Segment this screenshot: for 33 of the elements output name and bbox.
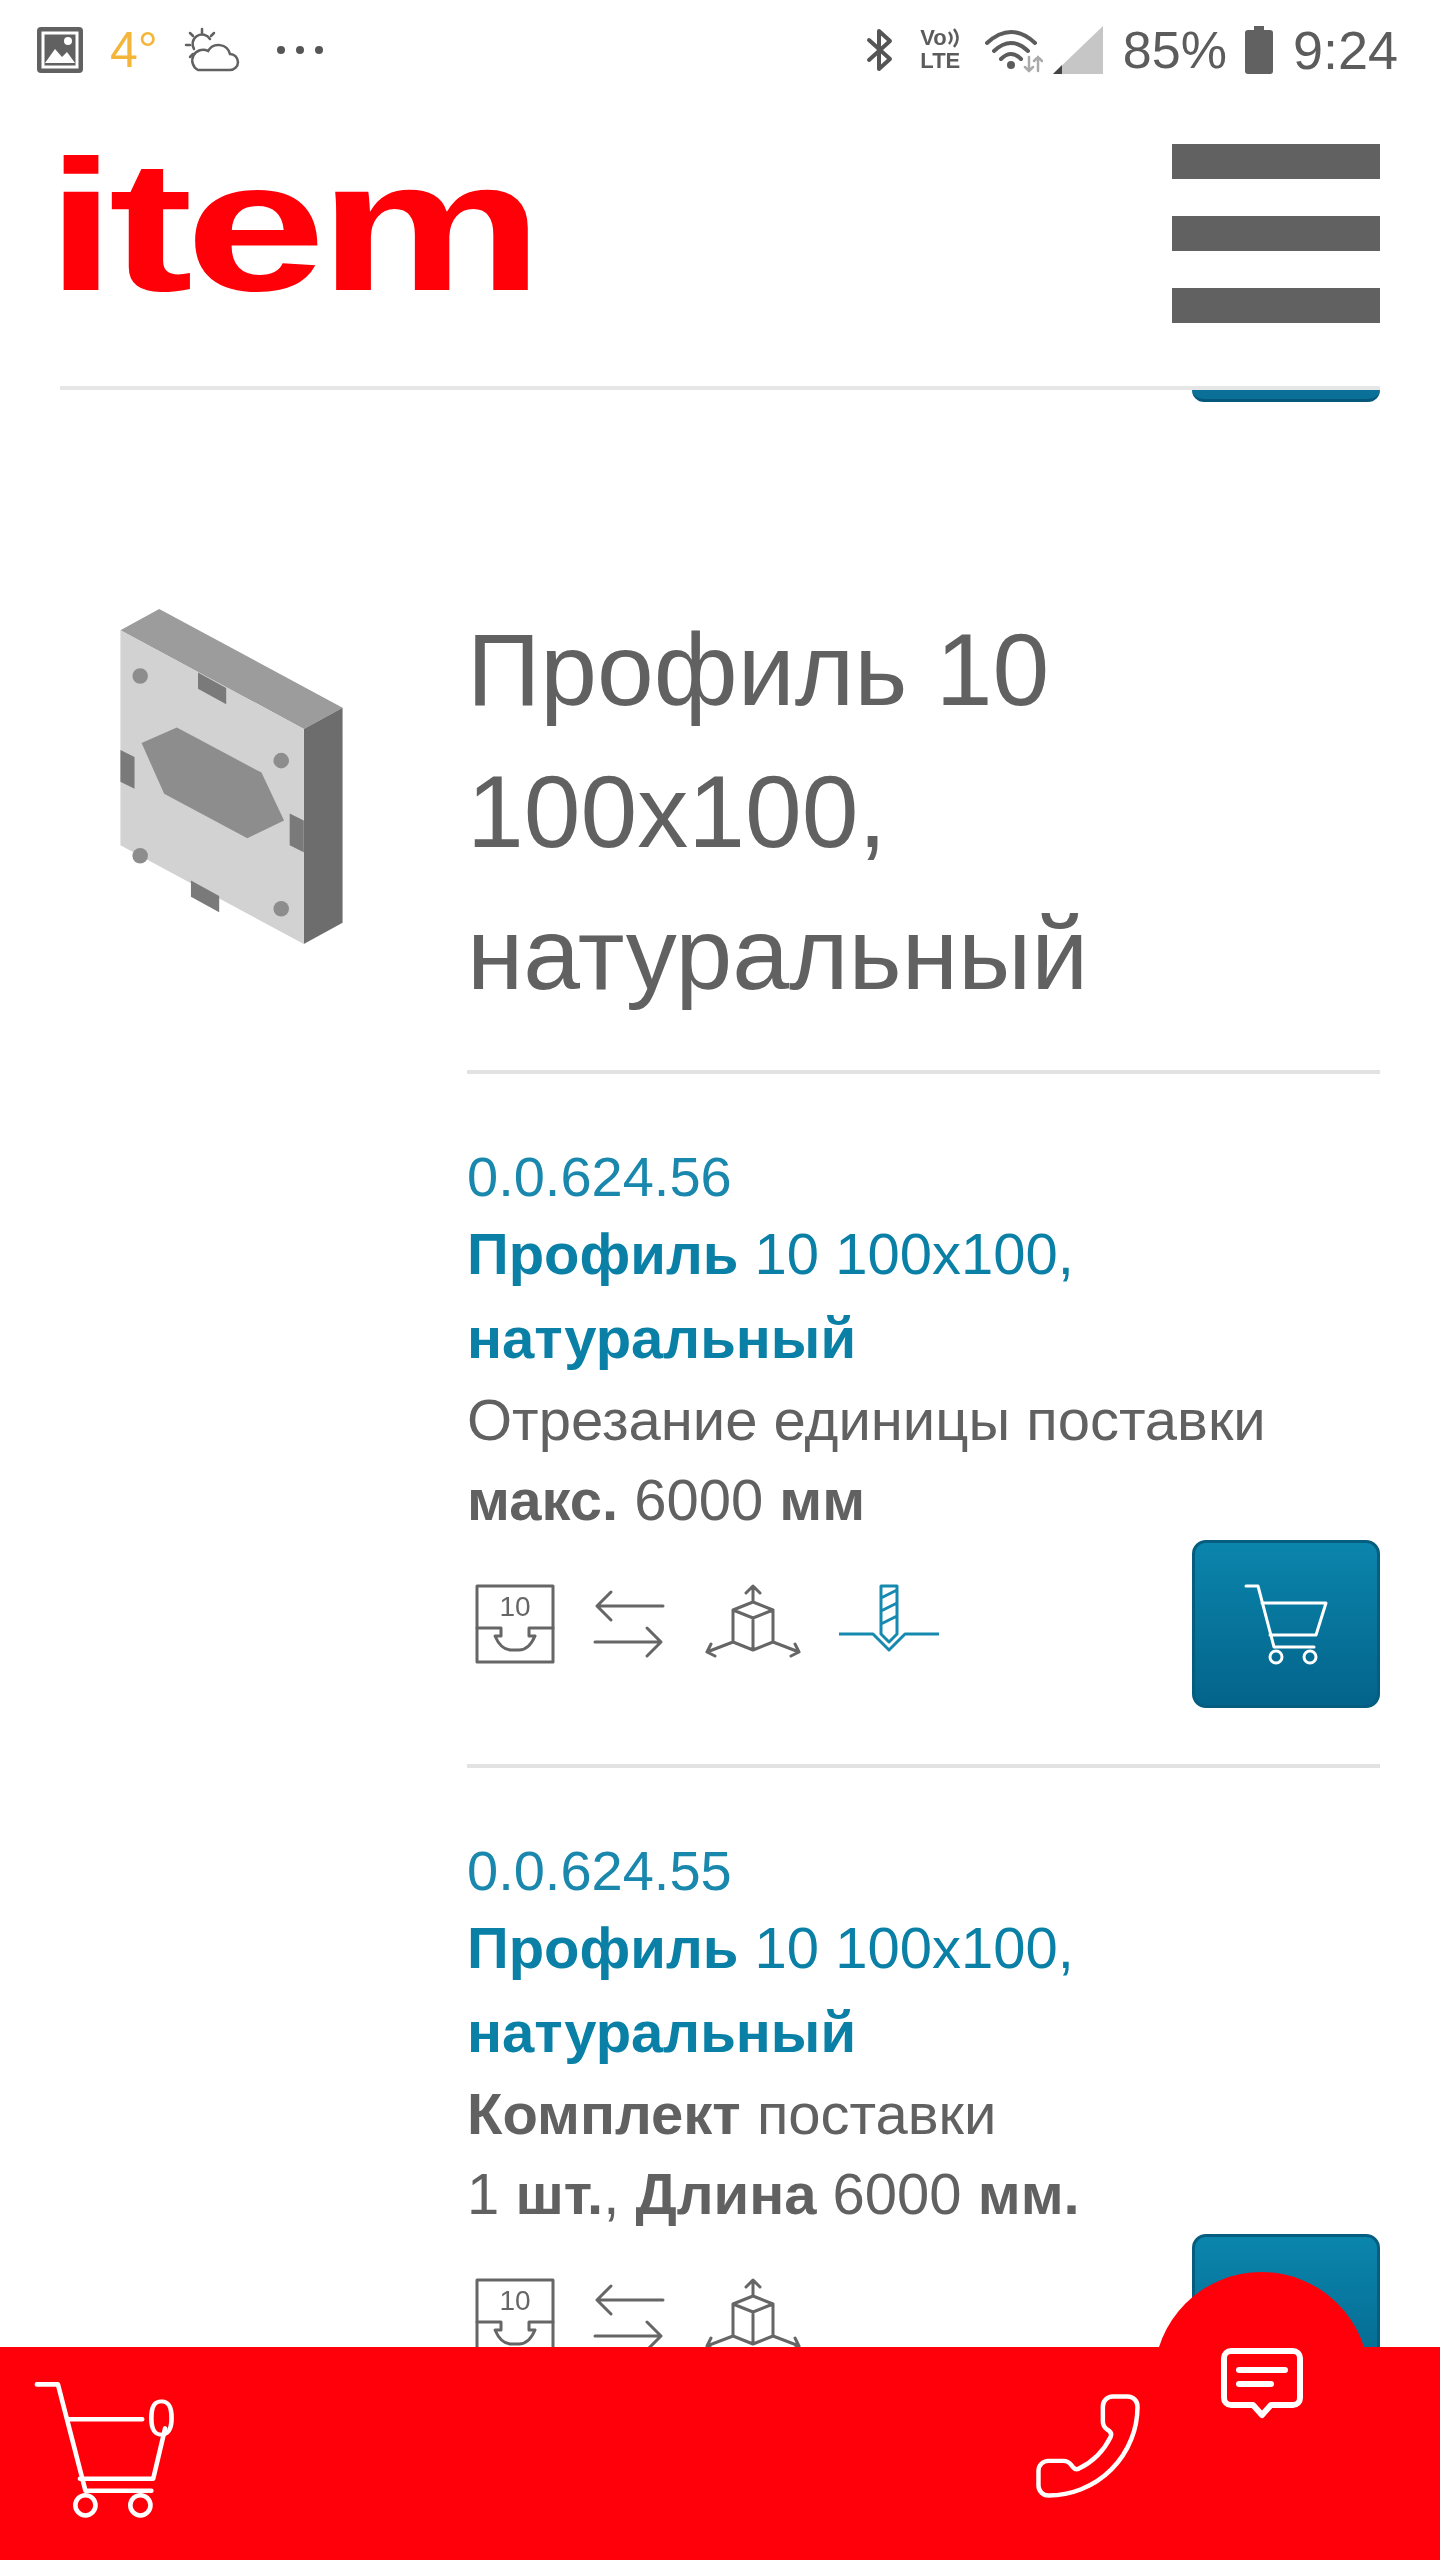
bluetooth-icon: [866, 27, 895, 73]
profile-slot-icon: 10: [475, 1584, 555, 1664]
menu-button[interactable]: [1172, 144, 1380, 323]
menu-icon: [1172, 144, 1380, 323]
delivery-value: макс. 6000 мм: [467, 1466, 867, 1534]
temperature-text: 4°: [110, 25, 158, 75]
phone-button[interactable]: [1036, 2394, 1140, 2498]
image-icon: [37, 27, 83, 73]
volte-text: Vo: [920, 27, 947, 49]
button-edge[interactable]: [1192, 390, 1380, 402]
wifi-icon: [984, 27, 1043, 73]
part-number: 0.0.624.55: [467, 1838, 733, 1904]
battery-icon: [1244, 26, 1273, 74]
lte-text: LTE: [920, 49, 961, 73]
delivery-label: Комплект поставки: [467, 2080, 998, 2148]
battery-text: 85%: [1122, 24, 1227, 76]
profile-slot-icon: 10: [475, 2278, 555, 2347]
signal-icon: [1052, 26, 1103, 74]
logo[interactable]: item: [46, 133, 536, 319]
signal-waves-icon: [946, 28, 961, 48]
phone-icon: [1036, 2394, 1140, 2498]
cube-axes-icon: [703, 2278, 803, 2347]
dots-icon: [275, 45, 324, 55]
cart-icon: [1244, 1583, 1328, 1665]
part-number: 0.0.624.56: [467, 1144, 733, 1210]
product-title: Профиль 10 100x100, натуральный: [467, 612, 1090, 1013]
product-name-link[interactable]: Профиль 10 100x100, натуральный: [467, 1906, 1380, 2074]
time-text: 9:24: [1292, 23, 1398, 77]
delivery-value: 1 шт., Длина 6000 мм.: [467, 2160, 1081, 2228]
chat-icon: [1220, 2348, 1303, 2420]
add-to-cart-button[interactable]: [1192, 1540, 1380, 1708]
product-name-link[interactable]: Профиль 10 100x100, натуральный: [467, 1212, 1380, 1380]
delivery-label: Отрезание единицы поставки: [467, 1386, 1267, 1454]
